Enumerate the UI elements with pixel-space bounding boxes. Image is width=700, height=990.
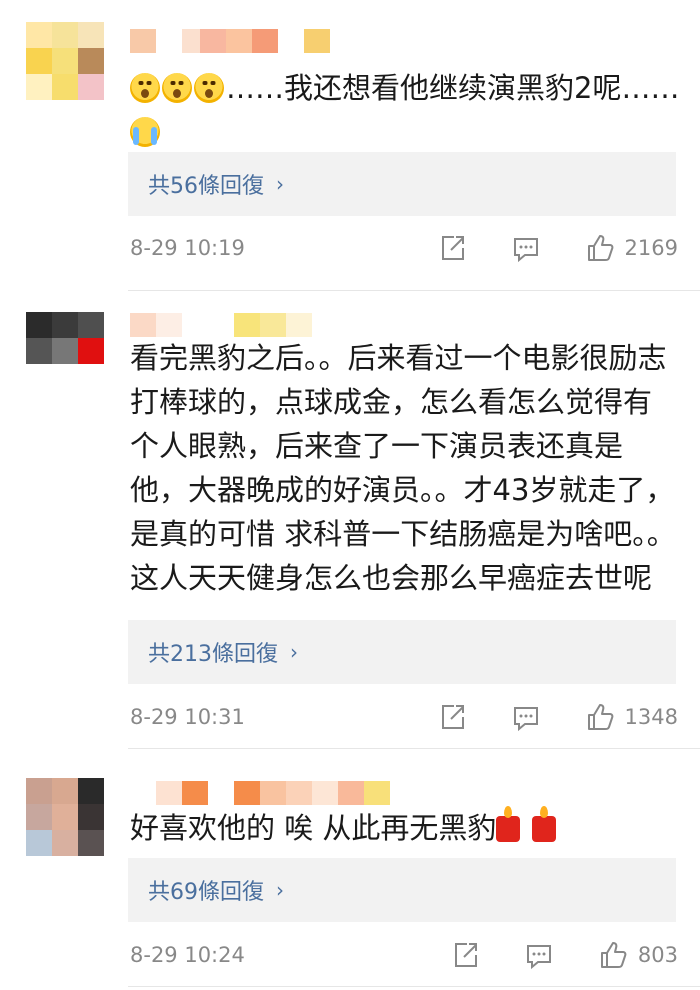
crying-emoji-icon [130,117,160,147]
like-button[interactable]: 2169 [585,233,678,263]
comment-text-body: ……我还想看他继续演黑豹2呢…… [226,71,680,105]
candle-emoji-icon [531,806,556,842]
thumbs-up-icon [585,702,615,732]
share-button[interactable] [437,702,467,732]
comment-meta: 8-29 10:24 803 [130,938,678,972]
like-count: 1348 [624,705,678,729]
share-icon [437,233,467,263]
like-button[interactable]: 803 [598,940,678,970]
thumbs-up-icon [598,940,628,970]
avatar[interactable] [26,22,104,100]
share-icon [437,702,467,732]
view-replies-button[interactable]: 共56條回復 › [128,152,676,216]
comment-text: 好喜欢他的 唉 从此再无黑豹 [130,806,680,850]
comment-icon [524,940,554,970]
timestamp: 8-29 10:31 [130,705,245,729]
share-button[interactable] [450,940,480,970]
astonished-emoji-icon [194,73,224,103]
comment-text: 看完黑豹之后。。后来看过一个电影很励志打棒球的，点球成金，怎么看怎么觉得有个人眼… [130,341,676,595]
timestamp: 8-29 10:24 [130,943,245,967]
chevron-right-icon: › [276,878,284,902]
avatar[interactable] [26,778,104,856]
reply-count-label: 共213條回復 [148,642,278,667]
reply-count-label: 共56條回復 [148,174,264,199]
timestamp: 8-29 10:19 [130,236,245,260]
astonished-emoji-icon [162,73,192,103]
view-replies-button[interactable]: 共213條回復 › [128,620,676,684]
avatar[interactable] [26,312,104,364]
view-replies-button[interactable]: 共69條回復 › [128,858,676,922]
thumbs-up-icon [585,233,615,263]
comment-icon [511,233,541,263]
comment-icon [511,702,541,732]
comment-meta: 8-29 10:19 2169 [130,231,678,265]
divider [128,748,700,749]
username-pixelated[interactable] [130,26,330,56]
chevron-right-icon: › [276,172,284,196]
like-count: 803 [637,943,678,967]
reply-count-label: 共69條回復 [148,880,264,905]
comment-meta: 8-29 10:31 1348 [130,700,678,734]
comment-button[interactable] [524,940,554,970]
candle-emoji-icon [496,806,521,842]
comment-button[interactable] [511,233,541,263]
chevron-right-icon: › [290,640,298,664]
astonished-emoji-icon [130,73,160,103]
like-count: 2169 [624,236,678,260]
username-pixelated[interactable] [130,778,390,808]
share-icon [450,940,480,970]
comment-button[interactable] [511,702,541,732]
divider [128,986,700,987]
like-button[interactable]: 1348 [585,702,678,732]
divider [128,290,700,291]
comment-text-body: 好喜欢他的 唉 从此再无黑豹 [130,811,497,845]
share-button[interactable] [437,233,467,263]
